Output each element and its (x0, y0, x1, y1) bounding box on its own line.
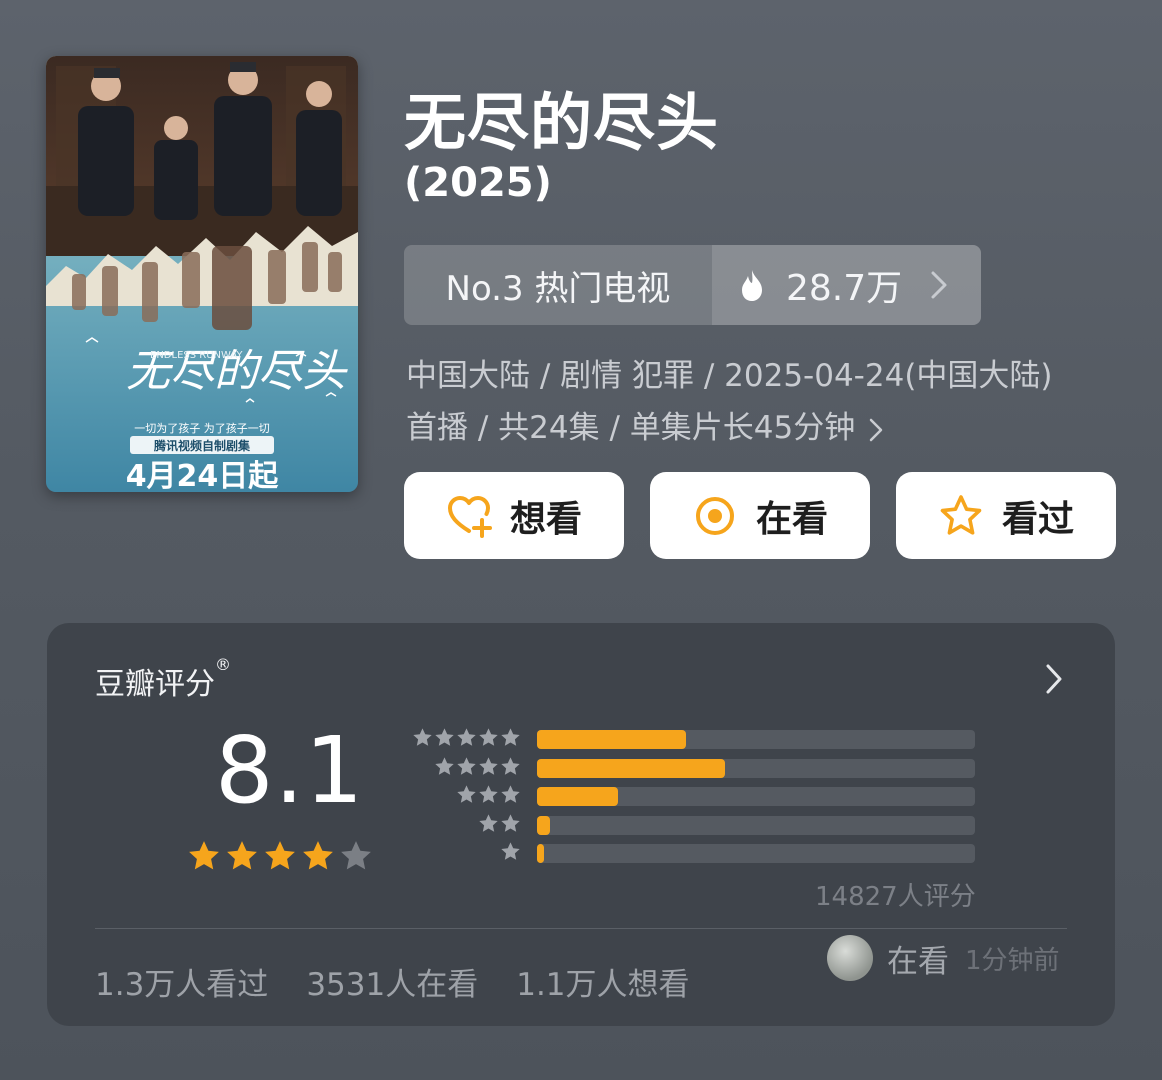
want-count[interactable]: 1.1万人想看 (516, 959, 689, 1004)
chevron-right-icon (931, 271, 947, 299)
distribution-row-4-star (413, 754, 975, 782)
row-stars (500, 841, 521, 862)
rank-label[interactable]: No.3 热门电视 (404, 245, 712, 325)
heat-value: 28.7万 (786, 268, 903, 309)
action-buttons: 想看 在看 看过 (404, 472, 1116, 559)
chevron-right-icon (869, 418, 883, 441)
meta-info[interactable]: 中国大陆 / 剧情 犯罪 / 2025-04-24(中国大陆) 首播 / 共24… (406, 350, 1126, 454)
page-title: 无尽的尽头 (404, 86, 720, 159)
svg-text:腾讯视频自制剧集: 腾讯视频自制剧集 (153, 438, 251, 453)
distribution-track (537, 815, 975, 835)
star-empty-icon (341, 841, 371, 870)
star-icon (435, 756, 454, 775)
distribution-row-3-star (413, 782, 975, 810)
rank-pill: No.3 热门电视 28.7万 (404, 245, 981, 325)
distribution-bar (537, 730, 686, 749)
star-icon (457, 728, 476, 746)
activity-time: 1分钟前 (965, 945, 1060, 976)
target-icon (695, 496, 734, 535)
star-icon (501, 728, 520, 746)
distribution-bar (537, 815, 551, 835)
distribution-row-5-star (413, 725, 975, 753)
avatar[interactable] (827, 935, 873, 981)
star-filled-icon (265, 841, 295, 870)
meta-line-2: 首播 / 共24集 / 单集片长45分钟 (406, 402, 1126, 454)
watched-count[interactable]: 1.3万人看过 (95, 959, 268, 1004)
svg-text:ENDLESS RUNWAY: ENDLESS RUNWAY (150, 350, 243, 361)
star-icon (457, 756, 476, 775)
star-filled-icon (227, 841, 257, 870)
distribution-bar (537, 787, 619, 806)
svg-text:一切为了孩子 为了孩子一切: 一切为了孩子 为了孩子一切 (134, 422, 270, 435)
svg-text:4月24日起: 4月24日起 (126, 459, 280, 492)
audience-stats: 1.3万人看过 3531人在看 1.1万人想看 (95, 959, 690, 1004)
star-icon (501, 785, 520, 803)
distribution-track (537, 758, 975, 778)
release-year: (2025) (404, 160, 552, 206)
distribution-bar (537, 758, 726, 778)
score-stars (187, 839, 373, 873)
poster-image[interactable]: 无尽的尽头 ENDLESS RUNWAY 一切为了孩子 为了孩子一切 腾讯视频自… (46, 56, 358, 492)
heart-plus-icon (447, 495, 492, 538)
row-stars (456, 784, 521, 805)
star-icon (479, 813, 498, 832)
star-filled-icon (189, 841, 219, 870)
star-icon (479, 756, 498, 775)
star-icon (501, 842, 520, 860)
distribution-track (537, 787, 975, 806)
row-stars (434, 756, 521, 777)
row-stars (412, 727, 521, 748)
flame-icon (742, 270, 762, 301)
star-icon (457, 785, 476, 803)
heat-indicator[interactable]: 28.7万 (712, 245, 981, 325)
watched-button[interactable]: 看过 (896, 472, 1116, 559)
rating-card[interactable]: 豆瓣评分® 8.1 14827人评分 1.3万人看过 3531人在看 1.1万人… (47, 623, 1115, 1026)
distribution-row-2-star (413, 811, 975, 839)
distribution-row-1-star (413, 839, 975, 867)
row-stars (478, 813, 521, 834)
star-filled-icon (303, 841, 333, 870)
divider (95, 928, 1067, 929)
distribution-track (537, 844, 975, 863)
want-button[interactable]: 想看 (404, 472, 624, 559)
star-icon (501, 756, 520, 775)
recent-activity[interactable]: 在看 1分钟前 (827, 935, 1060, 981)
rating-score: 8.1 (215, 717, 365, 824)
watching-count[interactable]: 3531人在看 (306, 959, 478, 1004)
distribution-track (537, 730, 975, 749)
watching-button[interactable]: 在看 (650, 472, 870, 559)
meta-line-1: 中国大陆 / 剧情 犯罪 / 2025-04-24(中国大陆) (406, 358, 1053, 394)
star-icon (479, 785, 498, 803)
chevron-right-icon[interactable] (1045, 663, 1063, 695)
distribution-bar (537, 844, 544, 863)
star-icon (479, 728, 498, 746)
star-outline-icon (940, 494, 982, 535)
star-icon (413, 728, 432, 746)
star-icon (435, 728, 454, 746)
rating-count: 14827人评分 (815, 882, 976, 912)
activity-status: 在看 (887, 943, 949, 980)
star-icon (501, 813, 520, 832)
rating-title: 豆瓣评分® (95, 655, 231, 702)
